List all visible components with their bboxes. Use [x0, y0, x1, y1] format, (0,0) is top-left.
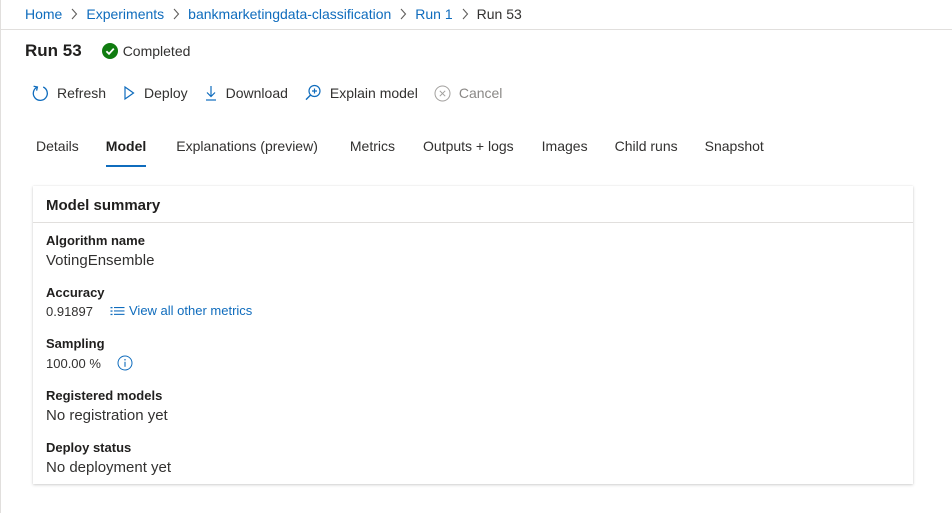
- algorithm-value: VotingEnsemble: [46, 252, 155, 269]
- breadcrumb: Home Experiments bankmarketingdata-class…: [25, 5, 522, 23]
- command-bar: Refresh Deploy Download Explain model Ca…: [31, 82, 518, 104]
- explain-model-label: Explain model: [329, 85, 418, 101]
- title-row: Run 53 Completed: [25, 41, 190, 61]
- download-icon: [205, 86, 216, 101]
- cancel-label: Cancel: [458, 85, 503, 101]
- header-divider: [0, 29, 952, 30]
- sampling-value: 100.00 %: [46, 356, 101, 371]
- tab-metrics[interactable]: Metrics: [350, 136, 395, 166]
- left-border: [0, 0, 1, 513]
- zoom-in-icon: [305, 84, 321, 101]
- explain-model-button[interactable]: Explain model: [304, 84, 418, 102]
- accuracy-label: Accuracy: [46, 285, 105, 300]
- breadcrumb-home[interactable]: Home: [25, 6, 62, 22]
- deploy-status-label: Deploy status: [46, 440, 132, 455]
- view-all-metrics-label: View all other metrics: [129, 303, 253, 318]
- refresh-button[interactable]: Refresh: [31, 84, 106, 102]
- card-title: Model summary: [46, 197, 161, 214]
- breadcrumb-parent-run[interactable]: Run 1: [415, 6, 452, 22]
- tab-details[interactable]: Details: [36, 136, 79, 166]
- page-title: Run 53: [25, 41, 82, 60]
- list-icon: [110, 306, 125, 315]
- algorithm-label: Algorithm name: [46, 233, 145, 248]
- check-circle-icon: [101, 43, 118, 59]
- breadcrumb-experiments[interactable]: Experiments: [86, 6, 164, 22]
- registered-models-label: Registered models: [46, 388, 163, 403]
- tab-bar: Details Model Explanations (preview) Met…: [36, 136, 764, 167]
- status-badge: Completed: [101, 43, 191, 59]
- breadcrumb-current: Run 53: [476, 6, 522, 22]
- deploy-status-value: No deployment yet: [46, 459, 172, 476]
- refresh-label: Refresh: [57, 85, 107, 101]
- chevron-right-icon: [453, 8, 477, 20]
- status-text: Completed: [122, 43, 191, 59]
- accuracy-value: 0.91897: [46, 304, 93, 319]
- chevron-right-icon: [164, 8, 188, 20]
- chevron-right-icon: [62, 8, 86, 20]
- card-header: [33, 186, 913, 223]
- deploy-label: Deploy: [144, 85, 188, 101]
- sampling-label: Sampling: [46, 336, 105, 351]
- breadcrumb-experiment[interactable]: bankmarketingdata-classification: [188, 6, 391, 22]
- download-button[interactable]: Download: [204, 84, 288, 102]
- tab-child-runs[interactable]: Child runs: [615, 136, 678, 166]
- tab-outputs-logs[interactable]: Outputs + logs: [423, 136, 514, 166]
- info-icon[interactable]: [117, 355, 133, 371]
- model-summary-card: Model summary Algorithm name VotingEnsem…: [33, 186, 913, 484]
- deploy-button[interactable]: Deploy: [122, 85, 188, 101]
- refresh-icon: [32, 85, 48, 102]
- view-all-metrics-link[interactable]: View all other metrics: [110, 303, 252, 318]
- download-label: Download: [225, 85, 288, 101]
- play-icon: [124, 85, 135, 101]
- cancel-button[interactable]: Cancel: [434, 85, 503, 102]
- cancel-icon: [434, 85, 451, 101]
- tab-snapshot[interactable]: Snapshot: [705, 136, 764, 166]
- chevron-right-icon: [391, 8, 415, 20]
- tab-images[interactable]: Images: [542, 136, 588, 166]
- tab-explanations[interactable]: Explanations (preview): [176, 136, 318, 166]
- registered-models-value: No registration yet: [46, 407, 168, 424]
- tab-model[interactable]: Model: [105, 136, 147, 167]
